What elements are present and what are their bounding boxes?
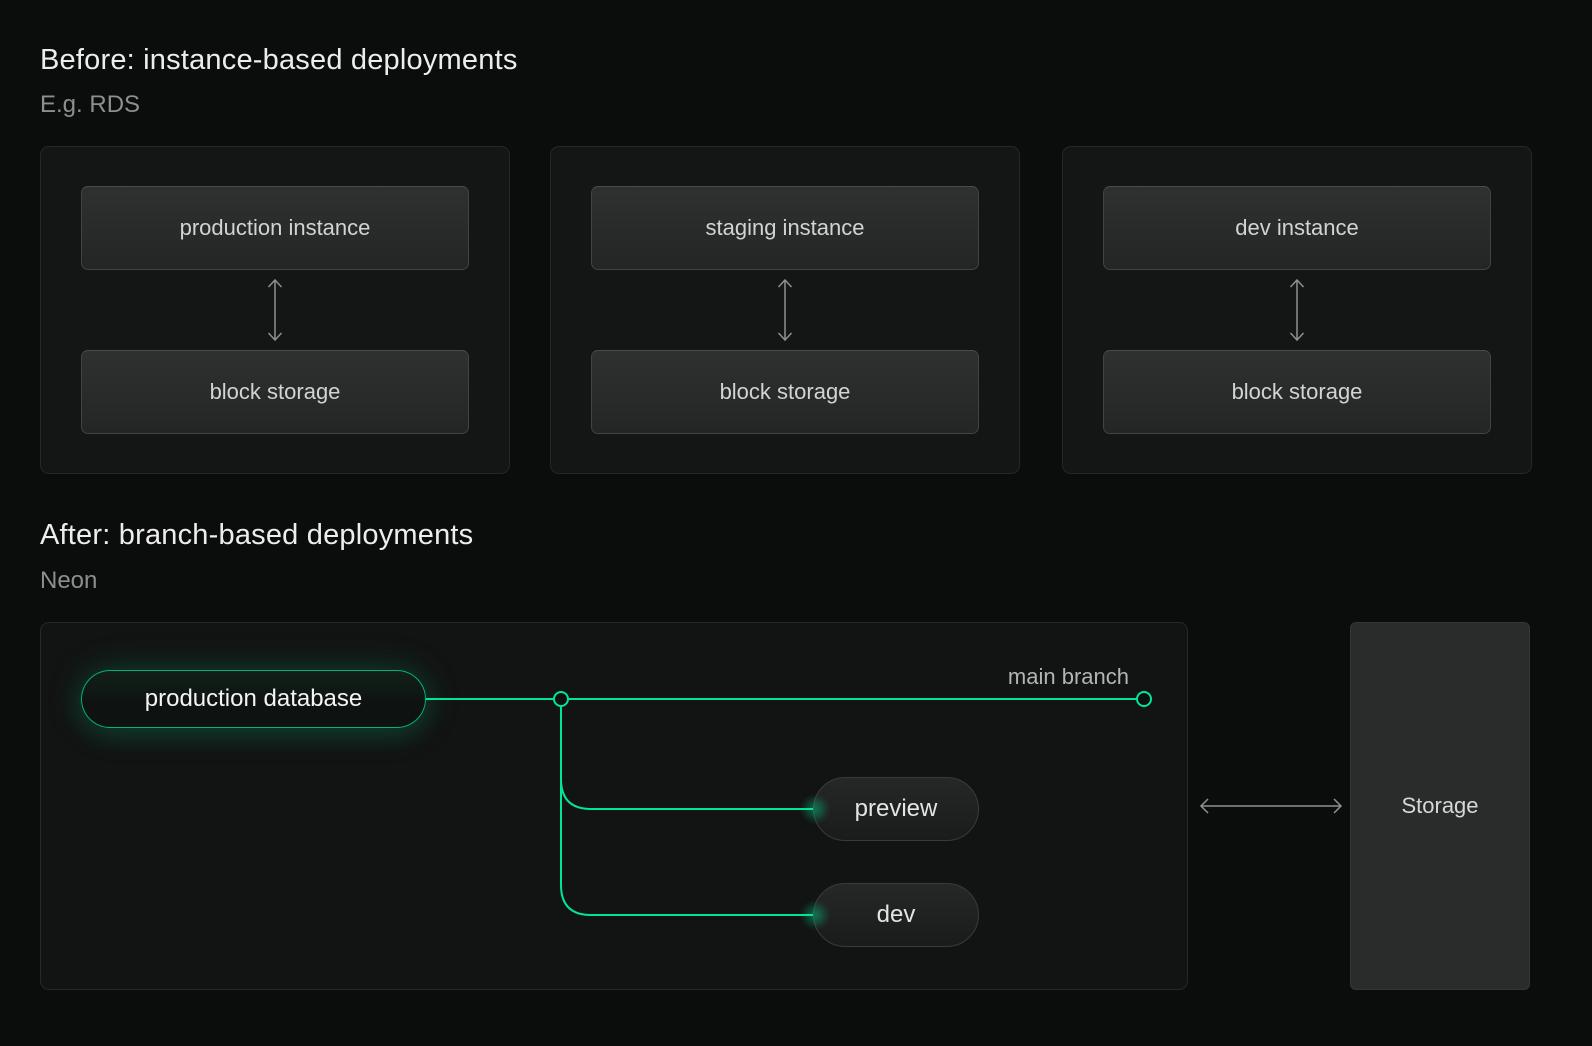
before-card-production: production instance block storage <box>40 146 510 474</box>
dev-branch-line <box>560 707 813 916</box>
preview-branch-line <box>560 778 813 810</box>
vertical-double-arrow-icon <box>591 270 979 350</box>
storage-box: Storage <box>1350 622 1530 990</box>
production-instance-box: production instance <box>81 186 469 270</box>
before-card-staging: staging instance block storage <box>550 146 1020 474</box>
preview-branch-pill: preview <box>813 777 979 841</box>
horizontal-double-arrow-icon <box>1199 798 1343 814</box>
block-storage-box: block storage <box>81 350 469 434</box>
deployment-comparison-diagram: Before: instance-based deployments E.g. … <box>0 0 1592 1046</box>
block-storage-label: block storage <box>209 379 341 404</box>
production-instance-label: production instance <box>179 215 371 240</box>
main-branch-endpoint-dot <box>1136 691 1152 707</box>
after-section-title: After: branch-based deployments <box>40 519 474 551</box>
before-section-subtitle: E.g. RDS <box>40 91 141 118</box>
staging-instance-label: staging instance <box>705 215 865 240</box>
production-database-pill: production database <box>81 670 426 728</box>
block-storage-box: block storage <box>1103 350 1491 434</box>
vertical-double-arrow-icon <box>81 270 469 350</box>
vertical-double-arrow-icon <box>1103 270 1491 350</box>
dev-branch-label: dev <box>876 901 916 928</box>
dev-instance-box: dev instance <box>1103 186 1491 270</box>
before-card-dev: dev instance block storage <box>1062 146 1532 474</box>
production-database-label: production database <box>144 685 363 712</box>
branch-diagram-panel: production database main branch preview … <box>40 622 1188 990</box>
dev-instance-label: dev instance <box>1235 215 1359 240</box>
branch-junction-dot <box>553 691 569 707</box>
block-storage-box: block storage <box>591 350 979 434</box>
staging-instance-box: staging instance <box>591 186 979 270</box>
block-storage-label: block storage <box>719 379 851 404</box>
main-branch-label: main branch <box>1007 664 1129 689</box>
block-storage-label: block storage <box>1231 379 1363 404</box>
storage-label: Storage <box>1401 793 1479 818</box>
dev-branch-pill: dev <box>813 883 979 947</box>
before-section-title: Before: instance-based deployments <box>40 44 518 76</box>
after-section-subtitle: Neon <box>40 567 98 594</box>
preview-branch-label: preview <box>854 795 938 822</box>
